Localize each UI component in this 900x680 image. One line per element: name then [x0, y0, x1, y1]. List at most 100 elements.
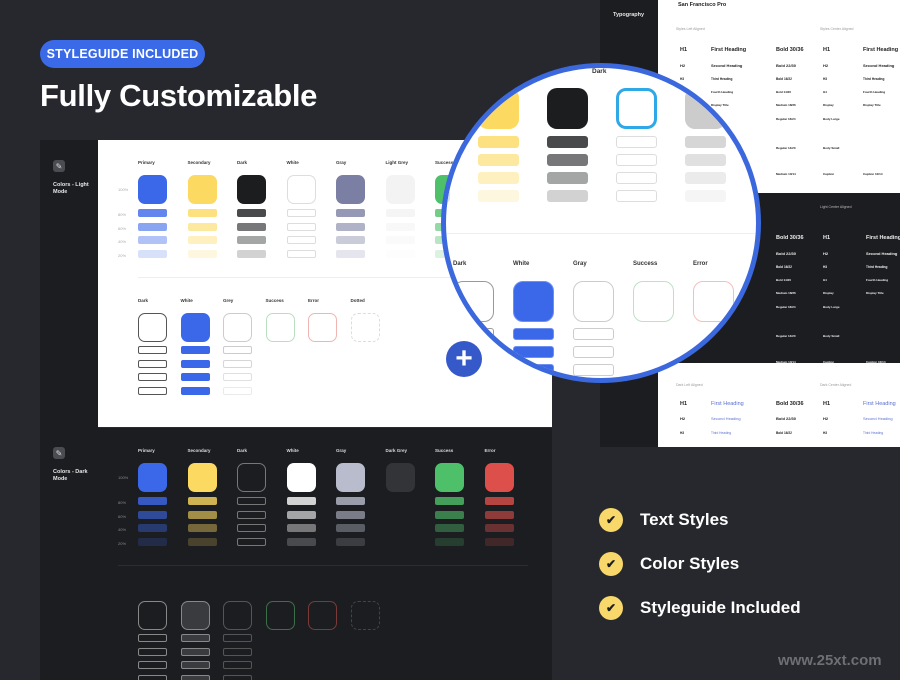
outline-bar [223, 661, 252, 669]
outline-bar [138, 647, 167, 656]
type-tag: H2 [680, 416, 686, 421]
magnified-column-title: Success [633, 261, 658, 267]
magnified-tint [685, 172, 726, 184]
percent-label: 20% [118, 252, 127, 258]
outline-swatch [308, 601, 337, 630]
outline-bar [138, 346, 167, 354]
feature-item: ✔ Text Styles [599, 508, 729, 532]
percent-label: 80% [118, 500, 127, 505]
outline-column-title: Success [265, 298, 284, 303]
type-name: Third Heading [866, 265, 888, 269]
color-column-title: Light Grey [385, 160, 409, 165]
type-spec: Bold 30/36 [776, 47, 804, 53]
paint-bucket-icon: ✎ [53, 160, 65, 172]
color-column-title: Secondary [187, 160, 211, 165]
magnified-tint [478, 172, 519, 184]
color-tint-swatch [286, 222, 316, 231]
color-tint-swatch [138, 524, 167, 532]
color-tint-swatch [336, 249, 365, 258]
color-tint-swatch [138, 537, 167, 546]
font-name: San Francisco Pro [678, 2, 727, 8]
type-tag: H3 [823, 431, 828, 435]
zoom-in-button[interactable]: + [446, 341, 482, 377]
magnified-tint [616, 154, 657, 166]
feature-item: ✔ Styleguide Included [599, 596, 801, 620]
color-tint-swatch [336, 209, 365, 217]
color-swatch [385, 175, 415, 204]
percent-label: 60% [118, 513, 127, 519]
magnified-tint [685, 154, 726, 166]
color-tint-swatch [435, 510, 464, 519]
color-tint-swatch [286, 510, 316, 519]
paint-bucket-icon: ✎ [53, 447, 65, 459]
color-swatch [187, 175, 217, 204]
outline-bar [180, 386, 210, 395]
zoom-magnifier: Dark Dark White Gray Success Error [441, 63, 761, 383]
outline-bar [180, 661, 210, 669]
type-tag: Body Small [823, 146, 840, 150]
outline-bar [180, 647, 210, 656]
magnified-tint [616, 136, 657, 148]
type-tag: Body Small [823, 334, 840, 338]
magnified-column-title: White [513, 261, 530, 267]
outline-bar [138, 674, 167, 680]
magnified-swatch [616, 88, 657, 129]
outline-bar [138, 634, 167, 642]
check-icon: ✔ [599, 596, 623, 620]
type-tag: H4 [823, 90, 827, 94]
color-tint-swatch [187, 222, 217, 231]
outline-swatch [265, 313, 295, 342]
outline-bar [180, 346, 210, 354]
outline-bar [223, 373, 252, 381]
color-column-title: Secondary [187, 448, 211, 453]
magnified-outline-swatch [573, 281, 614, 322]
color-tint-swatch [484, 537, 514, 546]
color-tint-swatch [484, 497, 514, 505]
type-spec: Bold 16/22 [776, 265, 792, 269]
type-spec: Medium 18/26 [776, 291, 796, 295]
outline-bar [223, 359, 252, 368]
color-swatch [237, 463, 266, 492]
color-tint-swatch [435, 524, 464, 532]
color-column-title: White [286, 448, 299, 453]
color-swatch [138, 463, 167, 492]
type-name: Caption 10/14 [863, 172, 883, 176]
dark-mode-palette: 100% 80% 60% 40% 20% Primary Secondary Dark Whit… [98, 427, 552, 680]
feature-label: Text Styles [640, 510, 729, 529]
color-column-title: Gray [336, 448, 347, 453]
magnified-tint [685, 136, 726, 148]
percent-label: 100% [118, 187, 129, 192]
color-swatch [385, 463, 415, 492]
magnified-outline-bar [513, 346, 554, 358]
outline-column-title: Error [308, 298, 320, 303]
outline-column-title: Dotted [350, 298, 365, 303]
type-name: First Heading [863, 47, 899, 53]
color-tint-swatch [484, 524, 514, 532]
type-tag: H1 [823, 235, 831, 241]
type-spec: Regular 16/24 [776, 117, 796, 121]
color-tint-swatch [336, 537, 365, 546]
color-tint-swatch [237, 236, 266, 244]
magnified-tint [478, 136, 519, 148]
type-tag: H2 [823, 63, 829, 68]
type-spec: Bold 14/20 [776, 278, 792, 282]
outline-bar [223, 674, 252, 680]
outline-bar [223, 386, 252, 395]
color-tint-swatch [138, 249, 167, 258]
outline-bar [223, 647, 252, 656]
magnified-outline-bar [513, 328, 554, 340]
type-name: Second Heading [711, 63, 743, 68]
center-align-label: Styles Center Aligned [820, 27, 854, 31]
type-tag: H2 [823, 416, 829, 421]
percent-label: 40% [118, 527, 127, 532]
outline-swatch [138, 601, 167, 630]
color-column-title: Error [484, 448, 496, 453]
bottom-left-label: Dark Left Aligned [676, 383, 703, 387]
outline-column-title: Grey [223, 298, 234, 303]
percent-label: 100% [118, 475, 129, 480]
type-name: Display Title [866, 291, 884, 295]
color-tint-swatch [237, 209, 266, 217]
percent-label: 60% [118, 225, 127, 231]
outline-column-title: White [180, 298, 193, 303]
color-tint-swatch [187, 524, 217, 532]
